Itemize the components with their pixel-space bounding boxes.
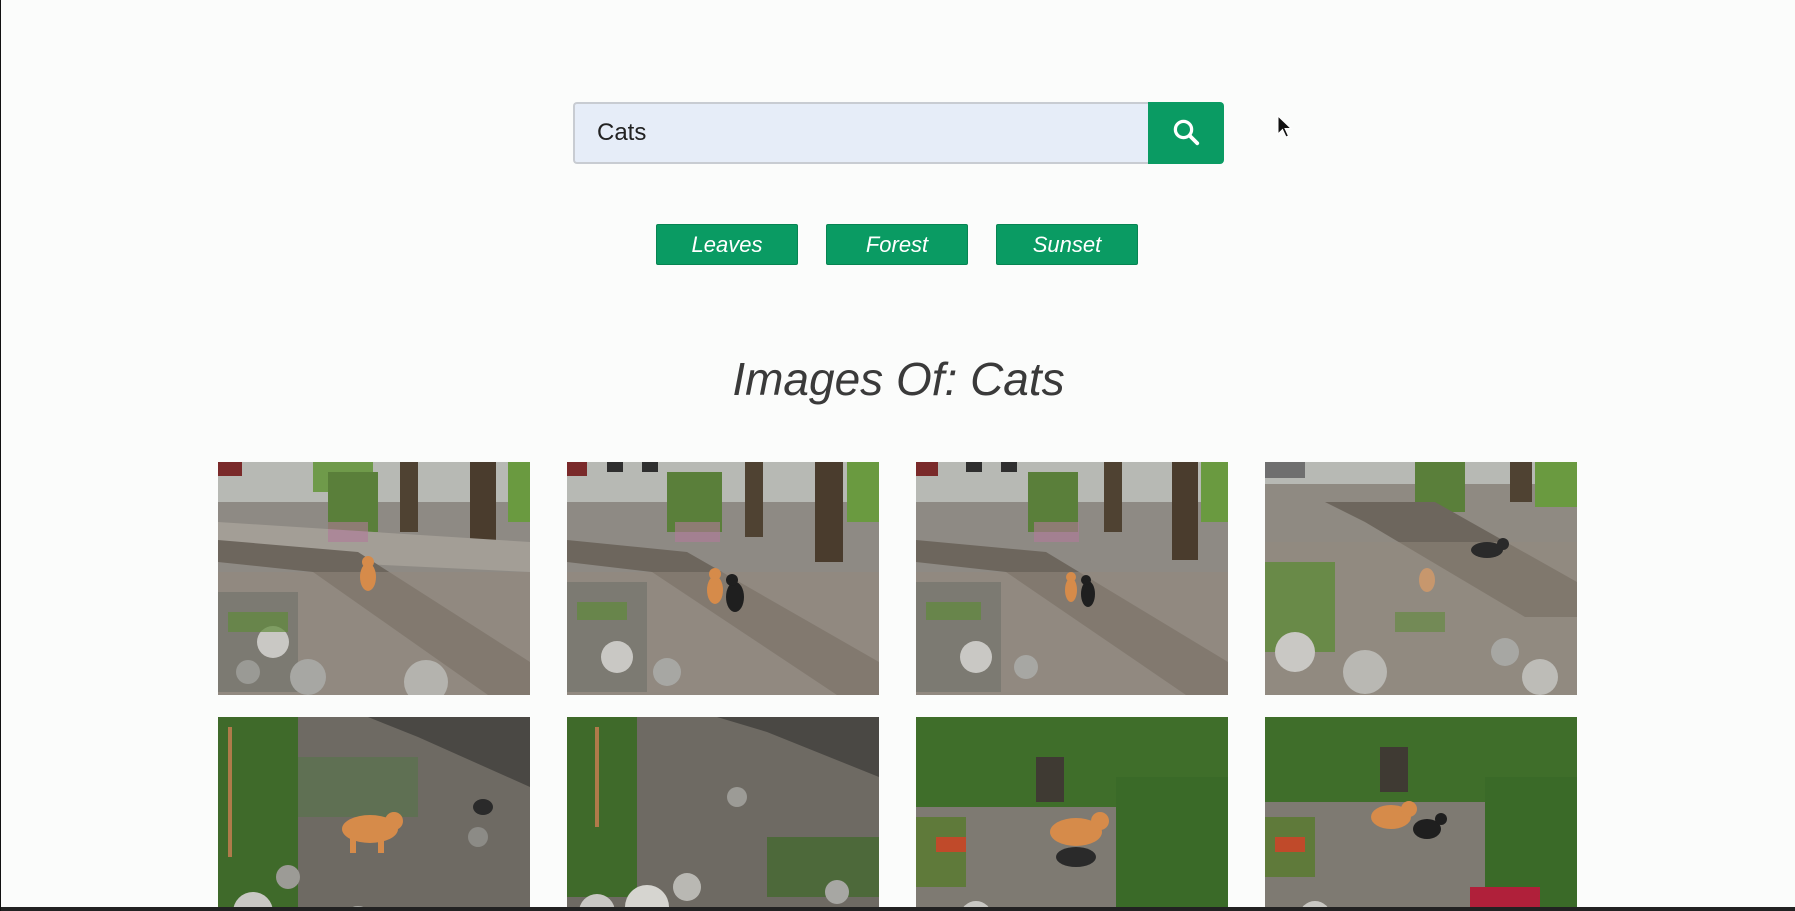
tag-suggestions: Leaves Forest Sunset: [656, 224, 1138, 265]
search-icon: [1171, 117, 1201, 150]
tag-button-leaves[interactable]: Leaves: [656, 224, 798, 265]
image-grid: [218, 462, 1577, 911]
tag-button-sunset[interactable]: Sunset: [996, 224, 1138, 265]
image-thumbnail[interactable]: [218, 462, 530, 695]
search-bar: [573, 102, 1224, 164]
page-title: Images Of: Cats: [732, 353, 1065, 405]
mouse-pointer-icon: [1277, 114, 1293, 143]
image-thumbnail[interactable]: [1265, 462, 1577, 695]
image-thumbnail[interactable]: [567, 717, 879, 911]
search-button[interactable]: [1148, 102, 1224, 164]
image-thumbnail[interactable]: [916, 717, 1228, 911]
search-input[interactable]: [573, 102, 1148, 164]
page: Leaves Forest Sunset Images Of: Cats: [0, 0, 1795, 911]
image-thumbnail[interactable]: [916, 462, 1228, 695]
image-thumbnail[interactable]: [1265, 717, 1577, 911]
tag-button-forest[interactable]: Forest: [826, 224, 968, 265]
window-bottom-edge: [1, 907, 1795, 911]
image-thumbnail[interactable]: [218, 717, 530, 911]
image-thumbnail[interactable]: [567, 462, 879, 695]
